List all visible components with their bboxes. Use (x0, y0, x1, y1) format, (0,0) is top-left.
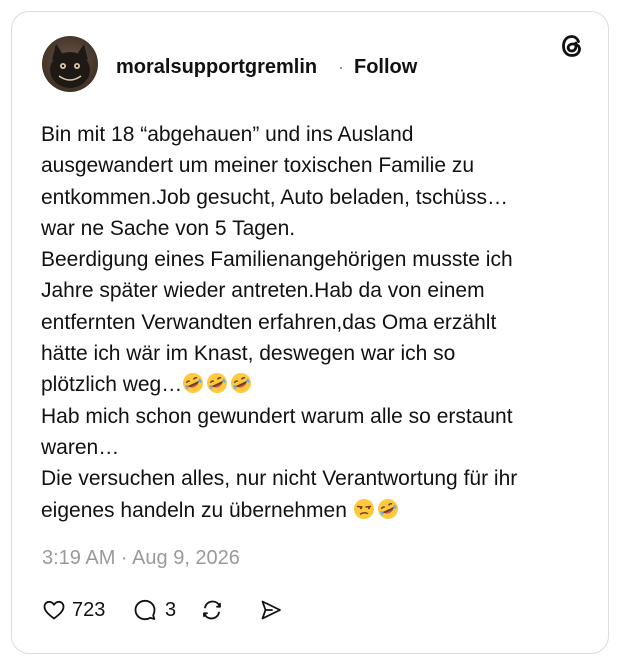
send-icon (261, 600, 281, 620)
post-text-line: ausgewandert um meiner toxischen Familie… (41, 154, 475, 178)
follow-button[interactable]: Follow (354, 55, 417, 79)
post-text-line: Die versuchen alles, nur nicht Verantwor… (41, 467, 518, 491)
avatar-image (50, 44, 90, 88)
post-text-line: war ne Sache von 5 Tagen. (41, 216, 296, 240)
unamused-face-emoji-icon (353, 498, 374, 519)
rolling-laughing-emoji-icon (183, 373, 204, 394)
post-text-line: entfernten Verwandten erfahren,das Oma e… (41, 310, 497, 334)
comment-bubble-icon (134, 599, 156, 621)
rolling-laughing-emoji-icon (377, 498, 398, 519)
rolling-laughing-emoji-icon (231, 373, 252, 394)
like-count: 723 (72, 599, 106, 621)
share-button[interactable] (259, 597, 287, 623)
reply-button[interactable]: 3 (133, 597, 178, 623)
like-button[interactable]: 723 (42, 597, 112, 623)
post-text-line: Jahre später wieder antreten.Hab da von … (41, 279, 485, 303)
post-text-line: hätte ich wär im Knast, deswegen war ich… (41, 342, 456, 366)
reply-count: 3 (165, 599, 177, 621)
post-timestamp: 3:19 AM · Aug 9, 2026 (42, 547, 240, 569)
post-text-line: Beerdigung eines Familienangehörigen mus… (41, 248, 513, 272)
post-body: Bin mit 18 “abgehauen” und ins Ausland a… (41, 119, 586, 526)
post-text-line: waren… (41, 435, 120, 459)
post-text-line: entkommen.Job gesucht, Auto beladen, tsc… (41, 185, 508, 209)
rolling-laughing-emoji-icon (207, 373, 228, 394)
avatar[interactable] (42, 36, 98, 92)
post-text-line: Hab mich schon gewundert warum alle so e… (41, 404, 513, 428)
post-text-segment: plötzlich weg… (41, 373, 183, 397)
post-text-segment: eigenes handeln zu übernehmen (41, 498, 353, 522)
repost-button[interactable] (200, 597, 228, 623)
post-card: moralsupportgremlin · Follow Bin mit 18 … (11, 11, 609, 654)
heart-icon (43, 600, 65, 620)
post-text-line: Bin mit 18 “abgehauen” und ins Ausland (41, 123, 414, 146)
separator-dot: · (338, 57, 344, 77)
repost-icon (203, 600, 221, 620)
threads-logo-icon[interactable] (558, 32, 586, 60)
post-text-line-with-emoji: eigenes handeln zu übernehmen (41, 495, 586, 526)
post-text-line-with-emoji: plötzlich weg… (41, 369, 586, 400)
username-link[interactable]: moralsupportgremlin (116, 55, 317, 79)
